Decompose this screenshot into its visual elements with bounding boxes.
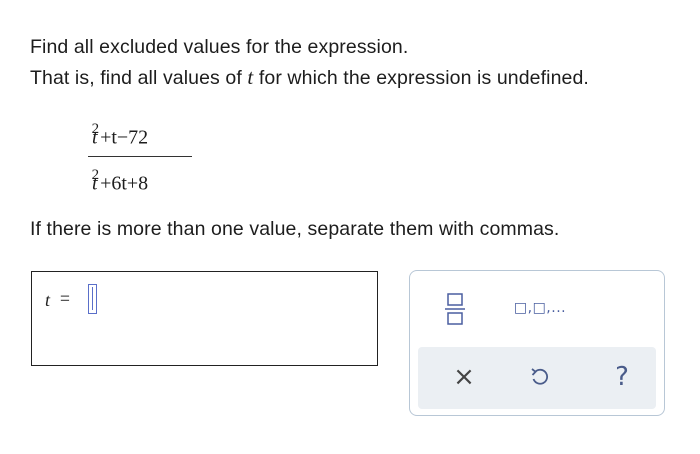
math-palette: □,□,... × ? bbox=[409, 270, 665, 416]
close-icon: × bbox=[453, 362, 475, 392]
list-button[interactable]: □,□,... bbox=[510, 293, 570, 323]
answer-equals-sign: = bbox=[60, 289, 70, 308]
question-text-2-start: That is, find all values of bbox=[30, 67, 248, 89]
fraction-button[interactable] bbox=[440, 289, 470, 329]
numerator: t2+t−72 bbox=[91, 121, 149, 150]
undo-icon bbox=[531, 368, 548, 385]
denominator-exponent: 2 bbox=[91, 167, 100, 183]
denominator: t2+6t+8 bbox=[91, 167, 149, 196]
answer-input-field[interactable] bbox=[88, 284, 97, 314]
undo-button[interactable] bbox=[524, 361, 556, 393]
numerator-terms: +t−72 bbox=[100, 126, 149, 149]
numerator-exponent: 2 bbox=[91, 121, 100, 137]
fraction-icon bbox=[445, 293, 465, 325]
question-text-2: That is, find all values of t for which … bbox=[30, 65, 589, 90]
palette-top-row: □,□,... bbox=[410, 271, 664, 347]
question-text-2-end: for which the expression is undefined. bbox=[253, 67, 589, 89]
clear-button[interactable]: × bbox=[448, 361, 480, 393]
help-button[interactable]: ? bbox=[606, 361, 638, 393]
instruction-text: If there is more than one value, separat… bbox=[30, 218, 560, 240]
denominator-terms: +6t+8 bbox=[100, 172, 149, 195]
question-text-1: Find all excluded values for the express… bbox=[30, 36, 409, 58]
answer-input-area[interactable]: t = bbox=[31, 271, 378, 366]
help-icon: ? bbox=[615, 362, 629, 392]
fraction-bar bbox=[88, 156, 192, 157]
answer-variable: t bbox=[45, 290, 51, 310]
list-button-label: □,□,... bbox=[513, 300, 567, 316]
palette-bottom-row: × ? bbox=[418, 347, 656, 409]
